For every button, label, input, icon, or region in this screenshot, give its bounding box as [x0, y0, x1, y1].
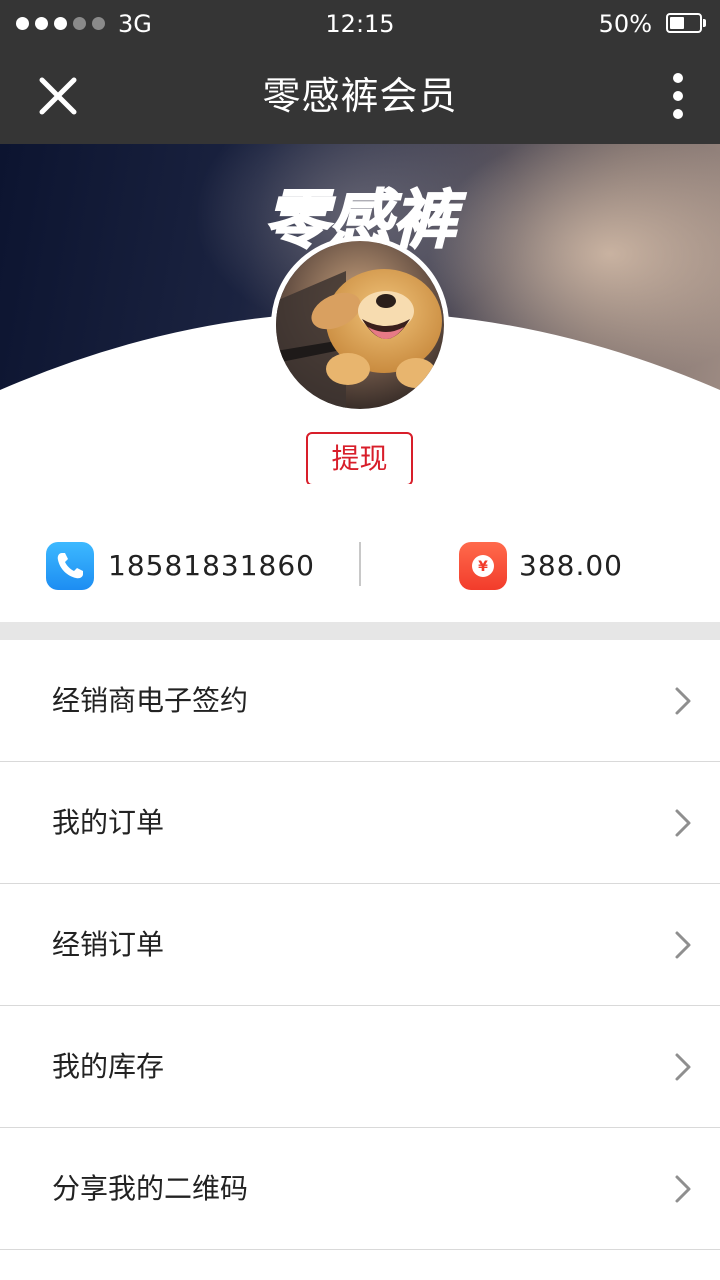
chevron-right-icon — [675, 1053, 691, 1081]
withdraw-button[interactable]: 提现 — [306, 432, 413, 484]
chevron-right-icon — [675, 1175, 691, 1203]
menu-item-dealer-orders[interactable]: 经销订单 — [0, 884, 720, 1006]
chevron-right-icon — [675, 809, 691, 837]
phone-icon — [46, 542, 94, 590]
menu-item-dealer-e-signing[interactable]: 经销商电子签约 — [0, 640, 720, 762]
menu-item-my-inventory[interactable]: 我的库存 — [0, 1006, 720, 1128]
more-button[interactable] — [658, 66, 698, 126]
page-title: 零感裤会员 — [262, 74, 458, 118]
phone-number: 18581831860 — [108, 549, 315, 582]
battery-percentage: 50% — [598, 10, 652, 38]
chevron-right-icon — [675, 687, 691, 715]
close-button[interactable] — [30, 68, 86, 124]
menu-item-label: 经销商电子签约 — [52, 684, 249, 717]
avatar[interactable] — [271, 236, 449, 414]
menu-item-my-orders[interactable]: 我的订单 — [0, 762, 720, 884]
yuan-coin-icon: ¥ — [459, 542, 507, 590]
info-divider — [359, 542, 361, 586]
menu-item-label: 我的库存 — [52, 1050, 165, 1083]
chevron-right-icon — [675, 931, 691, 959]
status-bar: 3G 12:15 50% — [0, 0, 720, 48]
profile-header: 零感裤 提现 — [0, 144, 720, 484]
section-separator — [0, 622, 720, 640]
menu-item-label: 经销订单 — [52, 928, 165, 961]
dog-avatar — [276, 241, 444, 409]
balance-amount: 388.00 — [519, 549, 623, 582]
menu-list: 经销商电子签约 我的订单 经销订单 我的库存 分享我的二维码 — [0, 640, 720, 1250]
more-vertical-icon — [673, 73, 683, 119]
menu-item-share-qr-code[interactable]: 分享我的二维码 — [0, 1128, 720, 1250]
menu-item-label: 分享我的二维码 — [52, 1172, 249, 1205]
currency-symbol: ¥ — [478, 559, 488, 575]
close-icon — [39, 77, 77, 115]
menu-item-label: 我的订单 — [52, 806, 165, 839]
battery-icon — [666, 13, 706, 33]
navigation-bar: 零感裤会员 — [0, 48, 720, 144]
member-page: 3G 12:15 50% 零感裤会员 零感裤 提现 18581831860 ¥ … — [0, 0, 720, 1280]
account-info-row: 18581831860 ¥ 388.00 — [0, 520, 720, 616]
